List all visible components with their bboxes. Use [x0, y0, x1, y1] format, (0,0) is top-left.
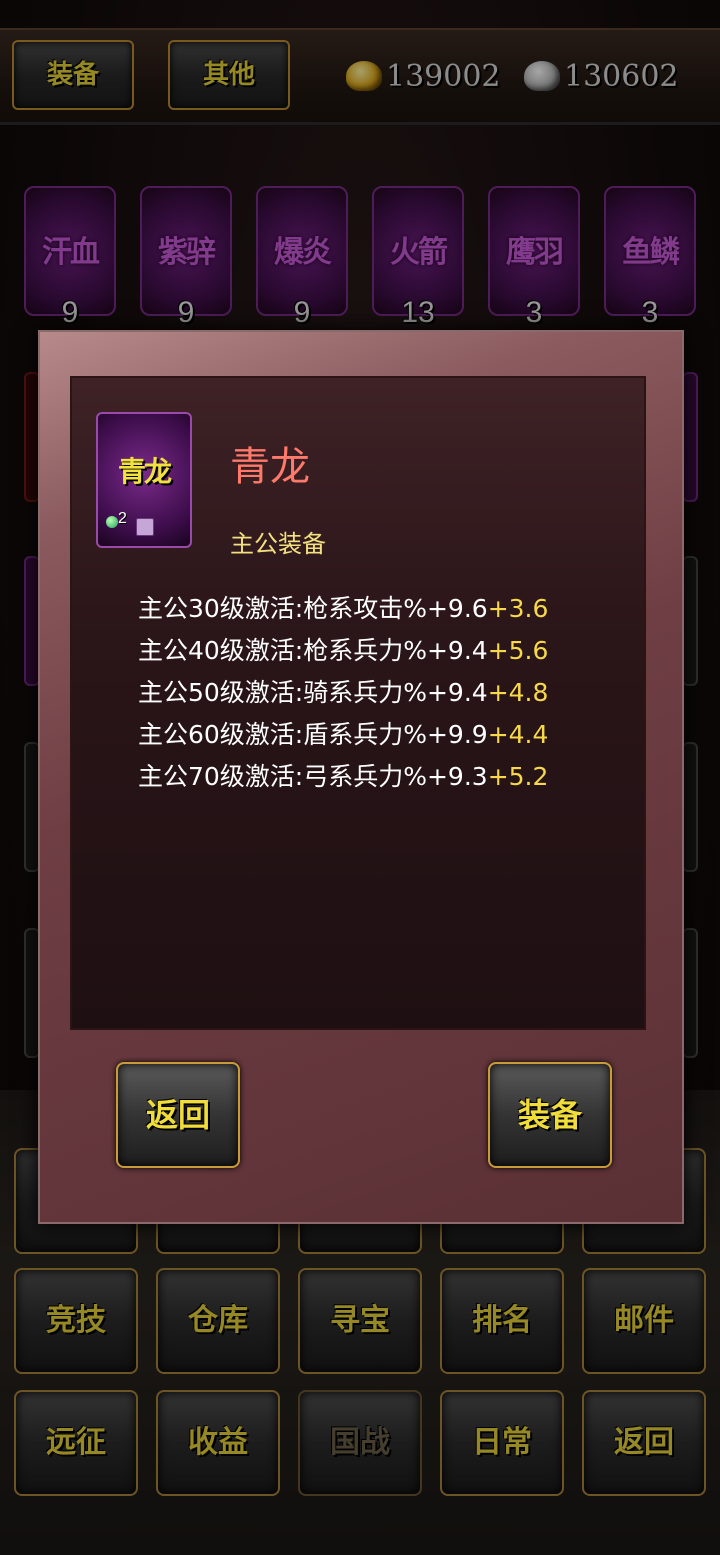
attribute-base: 主公70级激活:弓系兵力%+9.3 [138, 762, 488, 791]
equip-button[interactable]: 装备 [488, 1062, 612, 1168]
attribute-base: 主公60级激活:盾系兵力%+9.9 [138, 720, 488, 749]
item-detail-panel: 青龙 2 青龙 主公装备 主公30级激活:枪系攻击%+9.6+3.6 主公40级… [70, 376, 646, 1030]
attribute-line: 主公30级激活:枪系攻击%+9.6+3.6 [138, 588, 548, 630]
attribute-bonus: +5.6 [487, 636, 549, 665]
item-detail-dialog: 青龙 2 青龙 主公装备 主公30级激活:枪系攻击%+9.6+3.6 主公40级… [38, 330, 684, 1224]
gem-icon [106, 516, 118, 528]
item-icon-level: 2 [118, 510, 127, 527]
attribute-bonus: +5.2 [487, 762, 549, 791]
attribute-bonus: +4.8 [487, 678, 549, 707]
back-button[interactable]: 返回 [116, 1062, 240, 1168]
item-type: 主公装备 [230, 530, 326, 558]
attribute-line: 主公70级激活:弓系兵力%+9.3+5.2 [138, 756, 548, 798]
lock-icon [136, 518, 154, 536]
attribute-list: 主公30级激活:枪系攻击%+9.6+3.6 主公40级激活:枪系兵力%+9.4+… [138, 588, 548, 798]
item-title: 青龙 [230, 444, 310, 490]
attribute-base: 主公50级激活:骑系兵力%+9.4 [138, 678, 488, 707]
attribute-line: 主公50级激活:骑系兵力%+9.4+4.8 [138, 672, 548, 714]
attribute-base: 主公40级激活:枪系兵力%+9.4 [138, 636, 488, 665]
attribute-bonus: +4.4 [487, 720, 549, 749]
attribute-line: 主公60级激活:盾系兵力%+9.9+4.4 [138, 714, 548, 756]
item-icon-label: 青龙 [117, 455, 172, 488]
attribute-base: 主公30级激活:枪系攻击%+9.6 [138, 594, 488, 623]
item-icon: 青龙 2 [96, 412, 192, 548]
attribute-line: 主公40级激活:枪系兵力%+9.4+5.6 [138, 630, 548, 672]
attribute-bonus: +3.6 [487, 594, 549, 623]
